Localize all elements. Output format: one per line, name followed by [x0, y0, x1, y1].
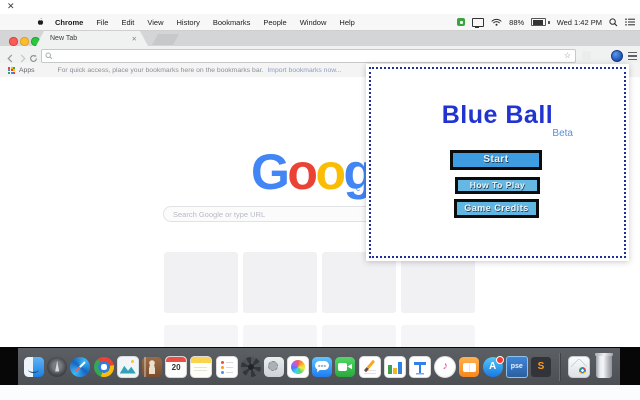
apple-menu-icon[interactable] [36, 18, 44, 27]
app-store-icon[interactable]: A [483, 357, 503, 377]
music-note-glyph: ♪ [435, 361, 455, 372]
tab-title: New Tab [50, 35, 77, 42]
traffic-minimize-button[interactable] [20, 37, 29, 46]
menu-people[interactable]: People [263, 18, 286, 27]
top-site-tile[interactable] [322, 252, 396, 313]
keynote-icon[interactable] [409, 356, 431, 378]
bottom-strip [0, 385, 640, 400]
game-credits-button[interactable]: Game Credits [454, 199, 539, 218]
pages-icon[interactable] [359, 356, 381, 378]
popup-title: Blue Ball [366, 101, 629, 130]
aperture-dial-icon[interactable] [241, 357, 261, 377]
calendar-icon[interactable]: 20 [165, 356, 187, 378]
facetime-icon[interactable] [335, 357, 355, 377]
menu-chrome[interactable]: Chrome [55, 18, 83, 27]
logo-letter: o [315, 144, 343, 200]
wifi-icon[interactable] [491, 18, 502, 26]
import-bookmarks-link[interactable]: Import bookmarks now... [267, 67, 341, 74]
start-button[interactable]: Start [450, 150, 542, 170]
safari-icon[interactable] [70, 357, 90, 377]
menu-bookmarks[interactable]: Bookmarks [213, 18, 251, 27]
battery-icon[interactable] [531, 18, 550, 26]
menubar-clock[interactable]: Wed 1:42 PM [557, 18, 602, 27]
reminders-icon[interactable] [216, 356, 238, 378]
menu-history[interactable]: History [177, 18, 200, 27]
bookmarks-hint-text: For quick access, place your bookmarks h… [58, 67, 264, 74]
itunes-icon[interactable]: ♪ [434, 356, 456, 378]
search-icon [45, 52, 53, 60]
menu-edit[interactable]: Edit [121, 18, 134, 27]
menu-help[interactable]: Help [339, 18, 354, 27]
ibooks-icon[interactable] [459, 357, 479, 377]
spotlight-search-icon[interactable] [609, 18, 618, 27]
screen-share-green-icon[interactable] [457, 18, 465, 26]
recording-close-icon[interactable]: ✕ [7, 1, 15, 12]
settings-icon[interactable] [264, 357, 284, 377]
launchpad-icon[interactable] [47, 357, 67, 377]
omnibox[interactable]: ☆ [41, 49, 576, 63]
top-strip [0, 0, 640, 14]
dock: 20 ♪ A pse S [18, 348, 620, 385]
omnibox-input[interactable] [53, 51, 564, 61]
macos-menubar: Chrome File Edit View History Bookmarks … [0, 14, 640, 31]
chrome-icon[interactable] [94, 357, 114, 377]
blue-ball-extension-icon[interactable] [611, 50, 623, 62]
tab-close-icon[interactable]: ✕ [132, 35, 137, 43]
logo-letter: o [287, 144, 315, 200]
finder-icon[interactable] [24, 357, 44, 377]
notes-icon[interactable] [190, 356, 212, 378]
photoshop-elements-icon[interactable]: pse [506, 356, 528, 378]
calendar-day: 20 [166, 364, 186, 372]
logo-letter: G [251, 144, 287, 200]
trash-icon[interactable] [596, 355, 612, 378]
tab-new-tab[interactable]: New Tab ✕ [36, 31, 148, 46]
dock-divider [559, 353, 560, 381]
blue-ball-popup: Blue Ball Beta Start How To Play Game Cr… [366, 64, 629, 261]
popup-subtitle: Beta [552, 128, 573, 139]
downloads-stack-icon[interactable] [568, 356, 590, 378]
sublime-text-icon[interactable]: S [531, 357, 551, 377]
preview-icon[interactable] [117, 356, 139, 378]
battery-percent: 88% [509, 18, 524, 27]
top-site-tile[interactable] [164, 252, 238, 313]
menu-file[interactable]: File [96, 18, 108, 27]
sublime-letter: S [531, 362, 551, 372]
chrome-menu-icon[interactable] [628, 52, 637, 60]
screen: ✕ Chrome File Edit View History Bookmark… [0, 0, 640, 400]
hidden-extension-icon[interactable] [582, 51, 591, 60]
display-icon[interactable] [472, 18, 484, 27]
traffic-close-button[interactable] [9, 37, 18, 46]
menu-window[interactable]: Window [300, 18, 327, 27]
menu-items: Chrome File Edit View History Bookmarks … [55, 18, 355, 27]
apps-grid-icon[interactable] [8, 67, 15, 74]
pse-label: pse [507, 363, 527, 370]
menu-view[interactable]: View [147, 18, 163, 27]
logo-caption-fragment: c [356, 184, 360, 193]
app-store-letter: A [483, 362, 503, 372]
apps-bookmark-label[interactable]: Apps [19, 67, 35, 74]
photos-icon[interactable] [287, 356, 309, 378]
top-site-tile[interactable] [243, 252, 317, 313]
contacts-icon[interactable] [142, 357, 162, 377]
messages-icon[interactable] [312, 357, 332, 377]
menubar-status: 88% Wed 1:42 PM [457, 18, 635, 27]
numbers-icon[interactable] [384, 356, 406, 378]
bookmark-star-icon[interactable]: ☆ [564, 52, 571, 60]
top-site-tile[interactable] [401, 252, 475, 313]
how-to-play-button[interactable]: How To Play [455, 177, 540, 194]
notification-center-icon[interactable] [625, 18, 635, 26]
